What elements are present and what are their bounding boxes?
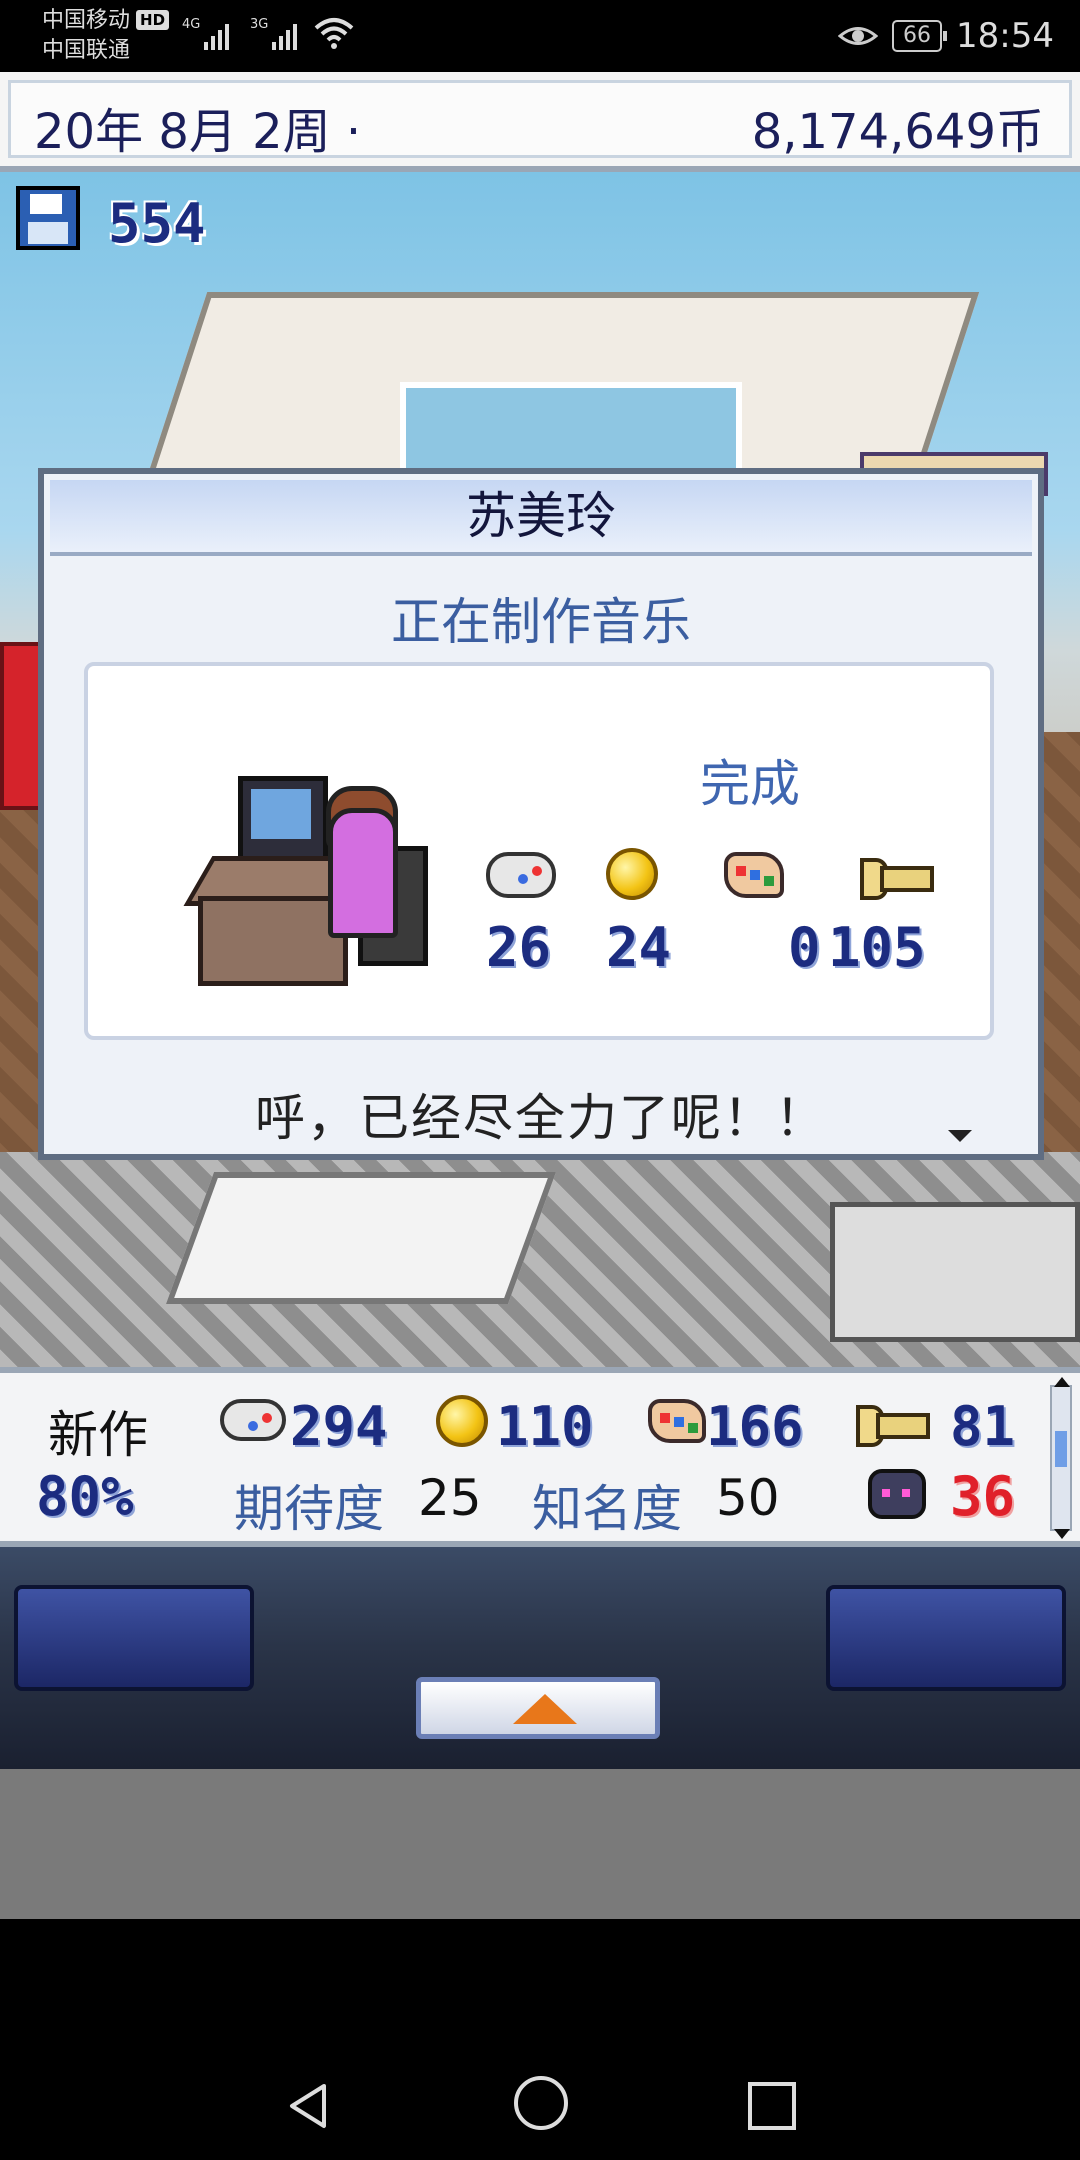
graphics-value: 166 (706, 1395, 804, 1458)
nav-recent-apps-icon[interactable] (748, 2082, 796, 2130)
staff-report-dialog[interactable]: 苏美玲 正在制作音乐 完成 26 24 0 105 呼，已经尽全力了呢！！ (38, 468, 1044, 1160)
right-soft-button[interactable] (826, 1585, 1066, 1691)
nav-back-icon[interactable] (286, 2082, 330, 2130)
save-count: 554 (108, 192, 206, 255)
expectation-label: 期待度 (234, 1480, 384, 1538)
signal-4g-icon: 4G (182, 17, 229, 50)
clock: 18:54 (956, 16, 1054, 56)
coin-icon (436, 1395, 488, 1447)
completion-status: 完成 (700, 755, 800, 813)
nav-home-icon[interactable] (514, 2076, 568, 2130)
network-2-label: 3G (250, 17, 268, 32)
bug-count: 36 (950, 1465, 1016, 1528)
carrier-1: 中国移动 (42, 8, 131, 33)
stat-sound-value: 105 (828, 916, 926, 979)
shelf (830, 1202, 1080, 1342)
money-display: 8,174,649币 (751, 104, 1044, 160)
work-result-box: 完成 26 24 0 105 (84, 662, 994, 1040)
palette-icon (724, 852, 784, 898)
game-header: 20年 8月 2周 · 8,174,649币 (0, 72, 1080, 172)
fame-label: 知名度 (532, 1480, 682, 1538)
staff-at-desk-illustration (183, 766, 428, 986)
control-area (0, 1547, 1080, 1769)
battery-indicator: 66 (892, 20, 948, 52)
network-1-label: 4G (182, 17, 200, 32)
creativity-value: 110 (496, 1395, 594, 1458)
stat-creativity-value: 24 (606, 916, 672, 979)
left-soft-button[interactable] (14, 1585, 254, 1691)
development-progress: 80% (36, 1465, 134, 1528)
panel-scrollbar[interactable] (1050, 1377, 1072, 1539)
signal-3g-icon: 3G (250, 17, 297, 50)
stat-graphics-value: 0 (788, 916, 821, 979)
trumpet-icon (860, 852, 934, 900)
scroll-thumb[interactable] (1055, 1431, 1067, 1467)
game-date: 20年 8月 2周 · (34, 104, 362, 160)
new-game-label: 新作 (48, 1406, 148, 1464)
eye-comfort-icon (838, 27, 879, 45)
expectation-value: 25 (418, 1469, 482, 1527)
bug-icon (868, 1469, 926, 1519)
scroll-up-icon[interactable] (1054, 1377, 1070, 1387)
continue-arrow-icon[interactable] (948, 1130, 972, 1142)
project-stats-panel: 新作 80% 294 110 166 81 期待度 25 知名度 50 36 (0, 1367, 1080, 1547)
gamepad-icon (220, 1399, 286, 1441)
open-menu-button[interactable] (416, 1677, 660, 1739)
palette-icon (648, 1399, 706, 1443)
dialog-message: 呼，已经尽全力了呢！！ (255, 1089, 827, 1147)
fun-value: 294 (290, 1395, 388, 1458)
carrier-info: 中国移动 HD 中国联通 (42, 6, 170, 66)
fame-value: 50 (716, 1469, 780, 1527)
staff-activity: 正在制作音乐 (391, 593, 691, 651)
coin-icon (606, 848, 658, 900)
status-bar: 中国移动 HD 中国联通 4G 3G 66 18:54 (0, 0, 1080, 72)
staff-name: 苏美玲 (50, 480, 1032, 556)
arrow-up-icon (513, 1694, 577, 1724)
empty-area (0, 1769, 1080, 1919)
reception-counter (165, 1172, 557, 1304)
trumpet-icon (856, 1399, 930, 1447)
scroll-down-icon[interactable] (1054, 1529, 1070, 1539)
gamepad-icon (486, 852, 556, 898)
wifi-icon (314, 18, 354, 49)
hd-badge: HD (136, 10, 170, 30)
save-disk-icon[interactable] (16, 186, 80, 250)
sound-value: 81 (950, 1395, 1016, 1458)
carrier-2: 中国联通 (42, 38, 131, 63)
stat-fun-value: 26 (486, 916, 552, 979)
